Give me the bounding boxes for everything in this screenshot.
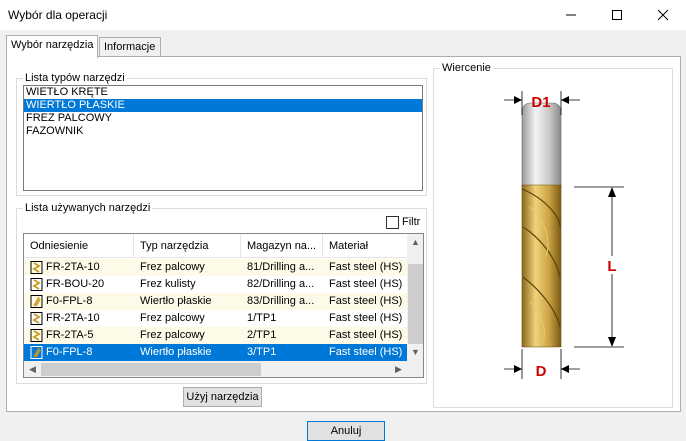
table-cell-mag: 1/TP1	[247, 312, 277, 324]
table-cell-ref: FR-2TA-5	[46, 329, 94, 341]
tool-type-item[interactable]: FREZ PALCOWY	[24, 112, 422, 125]
minimize-icon	[566, 14, 576, 16]
table-cell-mat: Fast steel (HS)	[329, 295, 403, 307]
table-row[interactable]: F0-FPL-8 Wiertło płaskie 3/TP1 Fast steel (…	[24, 344, 407, 361]
tool-type-item[interactable]: WIETŁO KRĘTE	[24, 86, 422, 99]
table-body: FR-2TA-10 Frez palcowy 81/Drilling a... Fas…	[24, 259, 407, 361]
maximize-button[interactable]	[594, 0, 640, 30]
table-header: Odniesienie Typ narzędzia Magazyn na... …	[24, 234, 407, 258]
vertical-scrollbar[interactable]: ▲ ▼	[407, 234, 423, 361]
table-cell-mat: Fast steel (HS)	[329, 329, 403, 341]
used-tools-table[interactable]: Odniesienie Typ narzędzia Magazyn na... …	[23, 233, 424, 378]
table-cell-type: Frez palcowy	[140, 261, 205, 273]
column-header-material[interactable]: Materiał	[323, 234, 407, 258]
d-arrowhead-right	[561, 365, 569, 373]
filter-label: Filtr	[402, 216, 421, 228]
tool-type-item[interactable]: FAZOWNIK	[24, 125, 422, 138]
tool-types-label: Lista typów narzędzi	[23, 72, 127, 84]
table-cell-ref: F0-FPL-8	[46, 346, 93, 358]
table-cell-ref: FR-2TA-10	[46, 312, 100, 324]
table-row[interactable]: F0-FPL-8 Wiertło płaskie 83/Drilling a... F…	[24, 293, 407, 310]
table-cell-type: Wiertło płaskie	[140, 295, 212, 307]
close-icon	[657, 9, 669, 21]
d1-arrowhead-left	[514, 96, 522, 104]
l-arrowhead-top	[608, 187, 616, 197]
drill-diagram: D1 L D	[504, 91, 624, 380]
tool-types-listbox[interactable]: WIETŁO KRĘTE WIERTŁO PŁASKIE FREZ PALCOW…	[23, 85, 423, 191]
column-header-reference[interactable]: Odniesienie	[24, 234, 134, 258]
use-tool-button[interactable]: Użyj narzędzia	[183, 387, 262, 407]
table-cell-mag: 81/Drilling a...	[247, 261, 315, 273]
table-row[interactable]: FR-2TA-5 Frez palcowy 2/TP1 Fast steel (HS)	[24, 327, 407, 344]
used-tools-label: Lista używanych narzędzi	[23, 202, 153, 214]
filter-checkbox[interactable]	[386, 216, 399, 229]
d1-arrowhead-right	[561, 96, 569, 104]
column-header-tool-type[interactable]: Typ narzędzia	[134, 234, 241, 258]
horizontal-scroll-thumb[interactable]	[41, 363, 261, 376]
d1-label: D1	[531, 94, 550, 111]
table-cell-type: Frez kulisty	[140, 278, 196, 290]
table-cell-type: Wiertło płaskie	[140, 346, 212, 358]
table-cell-type: Frez palcowy	[140, 312, 205, 324]
vertical-scroll-thumb[interactable]	[408, 264, 423, 344]
scroll-right-icon[interactable]: ▶	[390, 361, 407, 377]
scroll-left-icon[interactable]: ◀	[24, 361, 41, 377]
scrollbar-corner	[407, 361, 423, 377]
horizontal-scrollbar[interactable]: ◀ ▶	[24, 361, 407, 377]
table-cell-mat: Fast steel (HS)	[329, 312, 403, 324]
d-label: D	[536, 363, 547, 380]
drill-flutes	[521, 184, 562, 348]
cancel-button[interactable]: Anuluj	[307, 421, 385, 441]
table-cell-ref: FR-BOU-20	[46, 278, 105, 290]
scroll-up-icon[interactable]: ▲	[407, 234, 423, 251]
tab-information[interactable]: Informacje	[99, 37, 161, 57]
table-cell-mag: 3/TP1	[247, 346, 277, 358]
column-header-magazine[interactable]: Magazyn na...	[241, 234, 323, 258]
table-cell-mag: 2/TP1	[247, 329, 277, 341]
preview-label: Wiercenie	[440, 62, 493, 74]
tab-tool-selection[interactable]: Wybór narzędzia	[6, 35, 98, 58]
table-cell-mat: Fast steel (HS)	[329, 261, 403, 273]
table-row[interactable]: FR-2TA-10 Frez palcowy 1/TP1 Fast steel (HS…	[24, 310, 407, 327]
table-cell-mag: 83/Drilling a...	[247, 295, 315, 307]
table-cell-mat: Fast steel (HS)	[329, 346, 403, 358]
minimize-button[interactable]	[548, 0, 594, 30]
tool-type-item-selected[interactable]: WIERTŁO PŁASKIE	[24, 99, 422, 112]
d-arrowhead-left	[514, 365, 522, 373]
window-title: Wybór dla operacji	[8, 8, 108, 22]
maximize-icon	[612, 10, 622, 20]
table-row[interactable]: FR-2TA-10 Frez palcowy 81/Drilling a... Fas…	[24, 259, 407, 276]
l-label: L	[607, 258, 616, 275]
table-cell-type: Frez palcowy	[140, 329, 205, 341]
preview-group: Wiercenie D1 L D	[433, 62, 673, 408]
scroll-down-icon[interactable]: ▼	[407, 344, 423, 361]
table-cell-mag: 82/Drilling a...	[247, 278, 315, 290]
title-bar: Wybór dla operacji	[0, 0, 686, 30]
close-button[interactable]	[640, 0, 686, 30]
table-cell-ref: F0-FPL-8	[46, 295, 93, 307]
table-cell-ref: FR-2TA-10	[46, 261, 100, 273]
table-row[interactable]: FR-BOU-20 Frez kulisty 82/Drilling a... Fas…	[24, 276, 407, 293]
l-arrowhead-bottom	[608, 337, 616, 347]
tab-panel: Lista typów narzędzi WIETŁO KRĘTE WIERTŁ…	[6, 56, 681, 412]
table-cell-mat: Fast steel (HS)	[329, 278, 403, 290]
drill-shank	[521, 102, 562, 188]
